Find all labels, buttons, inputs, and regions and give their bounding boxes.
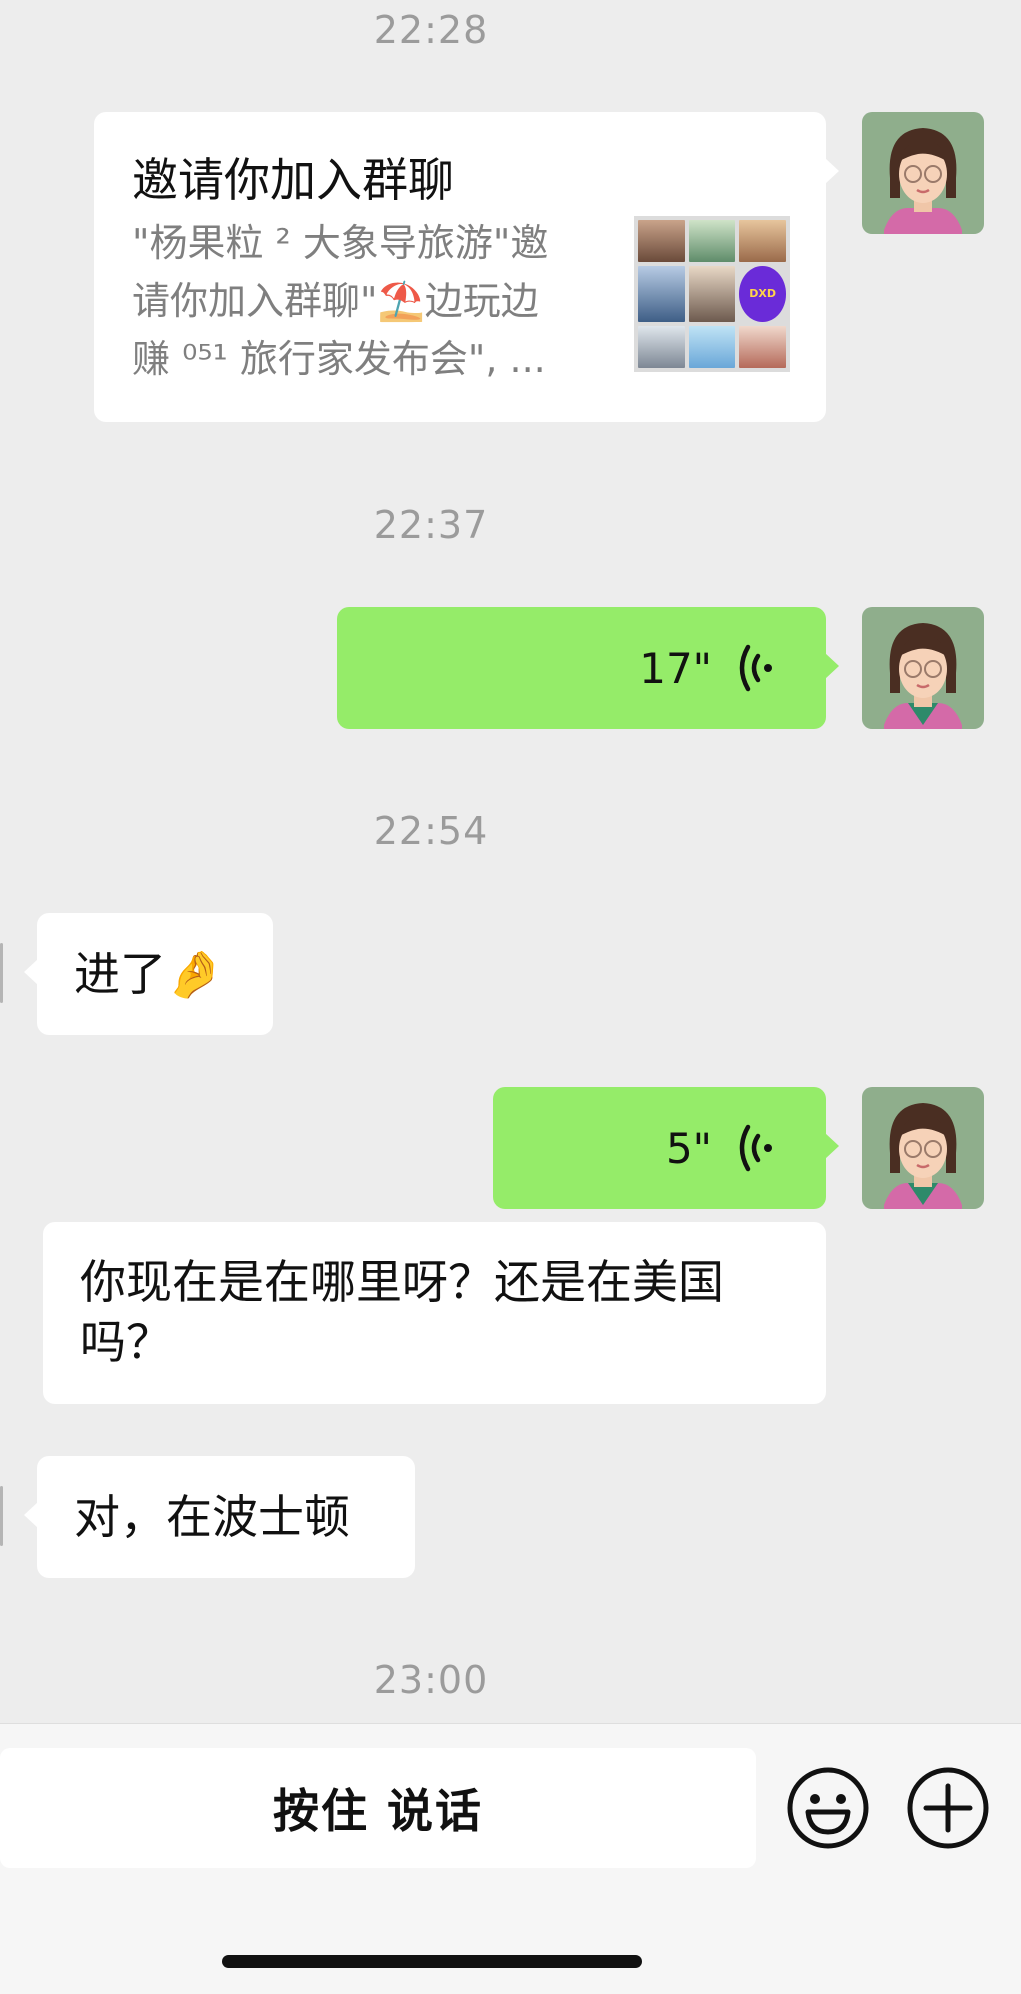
voice-message[interactable]: 5" (493, 1087, 839, 1209)
invite-desc-line: 赚 ⁰⁵¹ 旅行家发布会", ... (132, 337, 546, 381)
wifi-voice-icon (739, 1124, 772, 1172)
invite-title: 邀请你加入群聊 (132, 153, 454, 207)
dxd-logo: DXD (749, 287, 777, 301)
hold-to-talk-button[interactable]: 按住 说话 (0, 1748, 756, 1868)
timestamp: 22:54 (373, 809, 489, 853)
input-bar: 按住 说话 (0, 1723, 1021, 1994)
message-line: 你现在是在哪里呀？还是在美国 (80, 1255, 724, 1309)
group-avatar-grid: DXD (634, 216, 790, 372)
invite-desc-line: 请你加入群聊"⛱️边玩边 (132, 279, 539, 323)
group-invite-card[interactable]: 邀请你加入群聊 "杨果粒 ² 大象导旅游"邀 请你加入群聊"⛱️边玩边 赚 ⁰⁵… (94, 112, 839, 422)
message-text: 你现在是在哪里呀？还是在美国 吗？ (80, 1252, 800, 1372)
message-line: 吗？ (80, 1315, 172, 1369)
message-text: 对，在波士顿 (74, 1490, 350, 1544)
avatar[interactable] (862, 112, 984, 234)
emoji-icon[interactable] (786, 1766, 870, 1850)
received-message[interactable]: 进了🤌 (24, 913, 273, 1035)
wifi-voice-icon (739, 644, 772, 692)
voice-duration: 5" (665, 1123, 712, 1173)
timestamp: 22:28 (373, 8, 489, 52)
message-text: 进了🤌 (74, 947, 224, 1001)
timestamp: 22:37 (373, 503, 489, 547)
received-message[interactable]: 对，在波士顿 (24, 1456, 415, 1578)
invite-desc-line: "杨果粒 ² 大象导旅游"邀 (132, 221, 549, 265)
sent-message[interactable]: 你现在是在哪里呀？还是在美国 吗？ (43, 1222, 826, 1404)
avatar[interactable] (862, 607, 984, 729)
cropped-avatar-edge (0, 1486, 3, 1546)
voice-duration: 17" (639, 643, 712, 693)
cropped-avatar-edge (0, 943, 3, 1003)
timestamp: 23:00 (373, 1658, 489, 1702)
voice-message[interactable]: 17" (337, 607, 839, 729)
home-indicator[interactable] (222, 1955, 642, 1968)
invite-description: "杨果粒 ² 大象导旅游"邀 请你加入群聊"⛱️边玩边 赚 ⁰⁵¹ 旅行家发布会… (132, 214, 602, 388)
plus-icon[interactable] (906, 1766, 990, 1850)
avatar[interactable] (862, 1087, 984, 1209)
